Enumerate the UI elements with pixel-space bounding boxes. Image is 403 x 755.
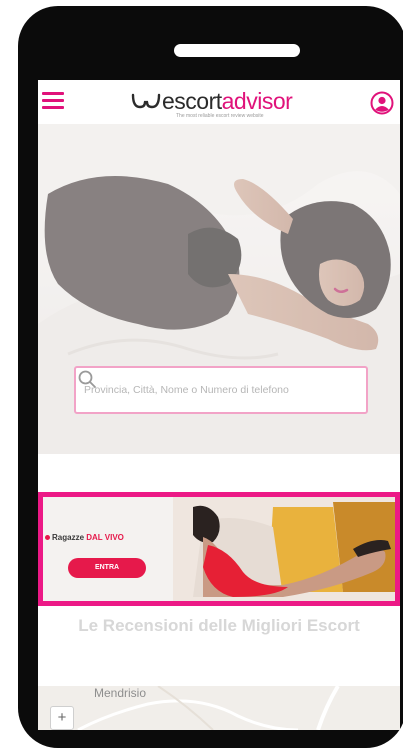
banner-label-live: DAL VIVO [86, 533, 124, 542]
logo-mark-icon [131, 93, 161, 109]
live-girls-banner[interactable]: Ragazze DAL VIVO ENTRA [38, 492, 400, 606]
logo-word-advisor: advisor [221, 88, 293, 114]
site-header: escortadvisor The most reliable escort r… [38, 80, 400, 124]
section-title: Le Recensioni delle Migliori Escort [78, 616, 360, 635]
live-indicator-dot [45, 535, 50, 540]
mobile-screen: escortadvisor The most reliable escort r… [38, 80, 400, 730]
enter-button[interactable]: ENTRA [68, 558, 146, 578]
map-view[interactable]: Mendrisio + [38, 686, 400, 730]
site-logo[interactable]: escortadvisor The most reliable escort r… [130, 86, 308, 120]
map-zoom-in-button[interactable]: + [50, 706, 74, 730]
phone-speaker [174, 44, 300, 57]
search-icon[interactable] [76, 368, 98, 390]
map-tiles [77, 686, 340, 730]
banner-label-prefix: Ragazze [52, 533, 87, 542]
logo-wordmark: escortadvisor [162, 88, 293, 115]
hamburger-icon[interactable] [42, 92, 64, 110]
banner-photo [43, 497, 395, 601]
search-input[interactable] [84, 376, 328, 404]
search-bar [74, 366, 368, 414]
map-place-label: Mendrisio [94, 686, 147, 700]
logo-word-escort: escort [162, 88, 222, 114]
banner-label: Ragazze DAL VIVO [52, 533, 124, 542]
user-icon[interactable] [370, 91, 394, 115]
hero-section [38, 124, 400, 454]
logo-tagline: The most reliable escort review website [176, 113, 264, 119]
